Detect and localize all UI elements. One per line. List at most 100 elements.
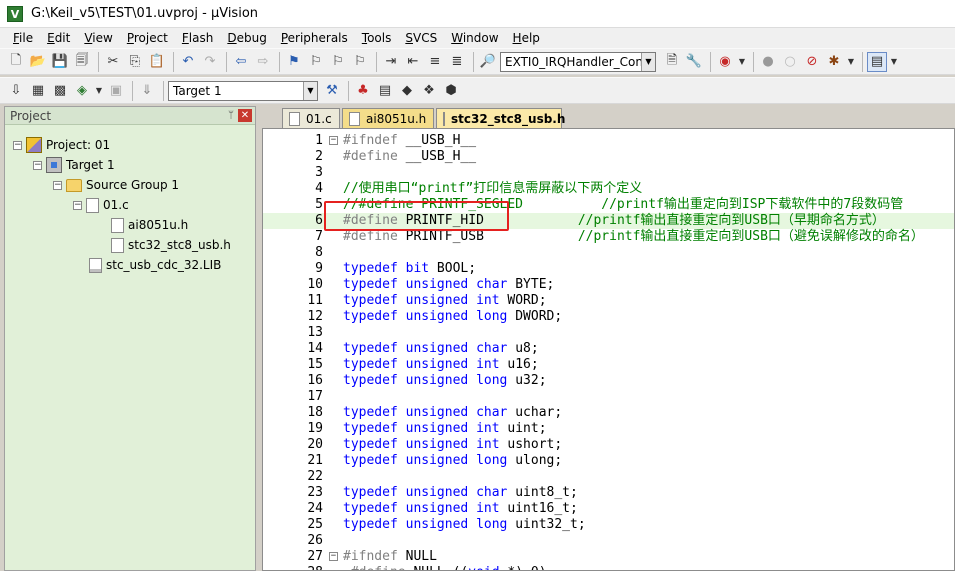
redo-icon[interactable]: ↷ [200, 52, 220, 72]
clear-bookmarks-icon[interactable]: ⚐ [350, 52, 370, 72]
select-packs-icon[interactable]: ▤ [375, 81, 395, 101]
collapse-icon[interactable]: − [13, 140, 22, 150]
comment-icon[interactable]: ≡ [425, 52, 445, 72]
chevron-down-icon[interactable]: ▼ [641, 52, 655, 71]
unindent-icon[interactable]: ⇤ [403, 52, 423, 72]
code-line[interactable]: 12 typedef unsigned long DWORD; [263, 309, 954, 325]
collapse-icon[interactable]: − [33, 160, 42, 170]
menu-window[interactable]: Window [444, 28, 505, 48]
code-line[interactable]: 18 typedef unsigned char uchar; [263, 405, 954, 421]
code-line[interactable]: 2 #define __USB_H__ [263, 149, 954, 165]
multi-project-icon[interactable]: ⬢ [441, 81, 461, 101]
tree-item-header-stc32-usb[interactable]: stc32_stc8_usb.h [111, 235, 231, 255]
code-line[interactable]: 22 [263, 469, 954, 485]
previous-bookmark-icon[interactable]: ⚐ [306, 52, 326, 72]
menu-peripherals[interactable]: Peripherals [274, 28, 355, 48]
paste-icon[interactable]: 📋 [147, 52, 167, 72]
build-icon[interactable]: ▦ [28, 81, 48, 101]
tree-item-target[interactable]: − Target 1 [33, 155, 115, 175]
manage-project-items-icon[interactable]: ♣ [353, 81, 373, 101]
tab-ai8051u[interactable]: ai8051u.h [342, 108, 434, 128]
manage-rte-icon[interactable]: ◆ [397, 81, 417, 101]
rebuild-icon[interactable]: ▩ [50, 81, 70, 101]
chevron-down-icon[interactable]: ▼ [303, 81, 317, 100]
code-line[interactable]: 27− #ifndef NULL [263, 549, 954, 565]
tree-item-header-ai8051u[interactable]: ai8051u.h [111, 215, 188, 235]
uncomment-icon[interactable]: ≣ [447, 52, 467, 72]
menu-file[interactable]: File [6, 28, 40, 48]
menu-view[interactable]: View [77, 28, 119, 48]
cut-icon[interactable]: ✂ [103, 52, 123, 72]
function-combo[interactable]: EXTI0_IRQHandler_Config ▼ [500, 51, 656, 72]
pin-icon[interactable]: ᛘ [224, 110, 238, 121]
code-line[interactable]: 9 typedef bit BOOL; [263, 261, 954, 277]
menu-svcs[interactable]: SVCS [398, 28, 444, 48]
code-line[interactable]: 25 typedef unsigned long uint32_t; [263, 517, 954, 533]
menu-tools[interactable]: Tools [355, 28, 399, 48]
menu-flash[interactable]: Flash [175, 28, 220, 48]
chevron-down-icon[interactable]: ▼ [94, 81, 104, 101]
open-file-icon[interactable]: 📂 [28, 52, 48, 72]
debug-session-icon[interactable]: ◉ [715, 52, 735, 72]
code-line[interactable]: 13 [263, 325, 954, 341]
save-icon[interactable]: 💾 [50, 52, 70, 72]
code-line[interactable]: 11 typedef unsigned int WORD; [263, 293, 954, 309]
pack-installer-icon[interactable]: ❖ [419, 81, 439, 101]
incremental-find-icon[interactable]: 🔧 [684, 52, 704, 72]
collapse-icon[interactable]: − [73, 200, 82, 210]
code-line[interactable]: 23 typedef unsigned char uint8_t; [263, 485, 954, 501]
kill-breakpoints-icon[interactable]: ✱ [824, 52, 844, 72]
download-icon[interactable]: ⇓ [137, 81, 157, 101]
code-editor[interactable]: 1− #ifndef __USB_H__ 2 #define __USB_H__ 3 4/… [262, 128, 955, 571]
navigate-back-icon[interactable]: ⇦ [231, 52, 251, 72]
save-all-icon[interactable]: 🗐 [72, 52, 92, 72]
tab-01c[interactable]: 01.c [282, 108, 340, 128]
code-line[interactable]: 15 typedef unsigned int u16; [263, 357, 954, 373]
translate-icon[interactable]: ⇩ [6, 81, 26, 101]
fold-collapse-icon[interactable]: − [329, 136, 338, 145]
new-file-icon[interactable]: 🗋 [6, 52, 26, 72]
tree-item-file-01c[interactable]: − 01.c [73, 195, 129, 215]
undo-icon[interactable]: ↶ [178, 52, 198, 72]
code-line[interactable]: 3 [263, 165, 954, 181]
breakpoint-icon[interactable]: ● [758, 52, 778, 72]
menu-edit[interactable]: Edit [40, 28, 77, 48]
menu-project[interactable]: Project [120, 28, 175, 48]
stop-build-icon[interactable]: ▣ [106, 81, 126, 101]
indent-icon[interactable]: ⇥ [381, 52, 401, 72]
chevron-down-icon[interactable]: ▼ [737, 52, 747, 72]
window-layout-icon[interactable]: ▤ [867, 51, 887, 72]
code-line[interactable]: 17 [263, 389, 954, 405]
tab-stc32-stc8-usb[interactable]: stc32_stc8_usb.h [436, 108, 565, 128]
find-icon[interactable]: 🗎 [662, 52, 682, 72]
chevron-down-icon[interactable]: ▼ [889, 52, 899, 72]
menu-debug[interactable]: Debug [220, 28, 273, 48]
tree-item-source-group[interactable]: − Source Group 1 [53, 175, 179, 195]
code-line[interactable]: 28 #define NULL ((void *) 0) [263, 565, 954, 570]
next-bookmark-icon[interactable]: ⚐ [328, 52, 348, 72]
code-line[interactable]: 8 [263, 245, 954, 261]
code-line[interactable]: 14 typedef unsigned char u8; [263, 341, 954, 357]
code-line[interactable]: 26 [263, 533, 954, 549]
code-line[interactable]: 19 typedef unsigned int uint; [263, 421, 954, 437]
collapse-icon[interactable]: − [53, 180, 62, 190]
navigate-forward-icon[interactable]: ⇨ [253, 52, 273, 72]
close-icon[interactable]: ✕ [238, 109, 252, 122]
code-line[interactable]: 21 typedef unsigned long ulong; [263, 453, 954, 469]
code-line[interactable]: 4 //使用串口“printf”打印信息需屏蔽以下两个定义 [263, 181, 954, 197]
copy-icon[interactable]: ⎘ [125, 52, 145, 72]
code-line[interactable]: 16 typedef unsigned long u32; [263, 373, 954, 389]
fold-collapse-icon[interactable]: − [329, 552, 338, 561]
tree-item-project[interactable]: − Project: 01 [13, 135, 110, 155]
insert-bookmark-icon[interactable]: ⚑ [284, 52, 304, 72]
disable-breakpoint-icon[interactable]: ⊘ [802, 52, 822, 72]
batch-build-icon[interactable]: ◈ [72, 81, 92, 101]
enable-breakpoint-icon[interactable]: ○ [780, 52, 800, 72]
find-in-files-icon[interactable]: 🔎 [478, 52, 498, 72]
menu-help[interactable]: Help [506, 28, 547, 48]
code-line[interactable]: 7 #define PRINTF_USB //printf输出直接重定向到USB口… [263, 229, 954, 245]
code-line[interactable]: 24 typedef unsigned int uint16_t; [263, 501, 954, 517]
target-combo[interactable]: Target 1 ▼ [168, 80, 318, 101]
chevron-down-icon[interactable]: ▼ [846, 52, 856, 72]
code-line[interactable]: 20 typedef unsigned int ushort; [263, 437, 954, 453]
